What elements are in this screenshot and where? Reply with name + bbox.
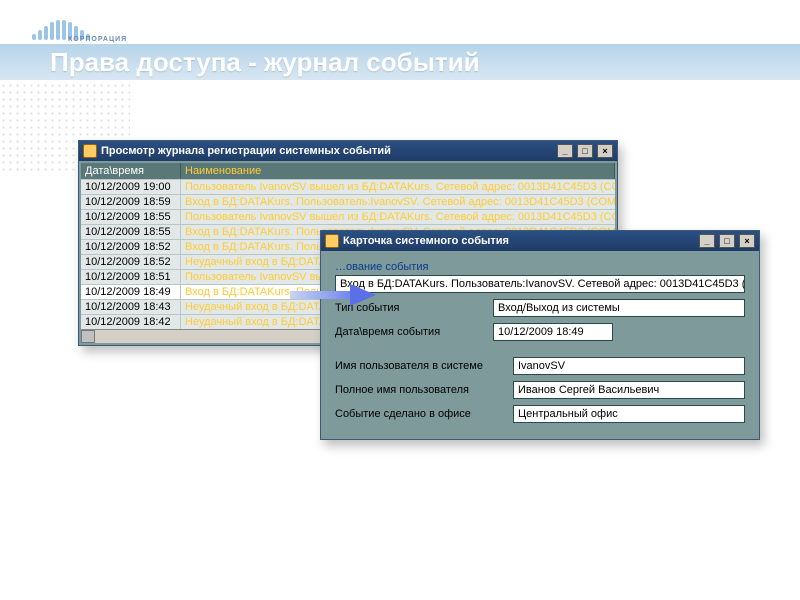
fullname-label: Полное имя пользователя xyxy=(335,384,505,396)
cell-date: 10/12/2009 18:55 xyxy=(81,225,181,239)
cell-name: Пользователь IvanovSV вышел из БД:DATAKu… xyxy=(181,180,615,194)
minimize-button[interactable]: _ xyxy=(699,234,715,248)
cell-date: 10/12/2009 18:42 xyxy=(81,315,181,329)
cell-date: 10/12/2009 18:59 xyxy=(81,195,181,209)
page-header: КОРПОРАЦИЯ Галактика Права доступа - жур… xyxy=(0,0,800,90)
close-button[interactable]: × xyxy=(739,234,755,248)
cell-date: 10/12/2009 18:52 xyxy=(81,240,181,254)
brand-small: КОРПОРАЦИЯ xyxy=(68,36,127,43)
scroll-left-icon[interactable] xyxy=(81,330,95,343)
section-label: …ование события xyxy=(335,261,745,273)
type-value[interactable]: Вход/Выход из системы xyxy=(493,299,745,317)
card-titlebar[interactable]: Карточка системного события _ □ × xyxy=(321,231,759,251)
col-header-date[interactable]: Дата\время xyxy=(81,163,181,179)
pointer-arrow-icon xyxy=(290,286,380,304)
cell-date: 10/12/2009 18:52 xyxy=(81,255,181,269)
cell-date: 10/12/2009 19:00 xyxy=(81,180,181,194)
cell-date: 10/12/2009 18:49 xyxy=(81,285,181,299)
datetime-value[interactable]: 10/12/2009 18:49 xyxy=(493,323,613,341)
page-title: Права доступа - журнал событий xyxy=(50,44,480,80)
card-title-text: Карточка системного события xyxy=(343,235,509,247)
office-value[interactable]: Центральный офис xyxy=(513,405,745,423)
maximize-button[interactable]: □ xyxy=(719,234,735,248)
table-row[interactable]: 10/12/2009 18:59Вход в БД:DATAKurs. Поль… xyxy=(81,194,615,209)
col-header-name[interactable]: Наименование xyxy=(181,163,615,179)
app-icon xyxy=(325,234,339,248)
journal-title-text: Просмотр журнала регистрации системных с… xyxy=(101,145,391,157)
close-button[interactable]: × xyxy=(597,144,613,158)
datetime-label: Дата\время события xyxy=(335,326,485,338)
sysuser-label: Имя пользователя в системе xyxy=(335,360,505,372)
maximize-button[interactable]: □ xyxy=(577,144,593,158)
table-row[interactable]: 10/12/2009 18:55Пользователь IvanovSV вы… xyxy=(81,209,615,224)
journal-titlebar[interactable]: Просмотр журнала регистрации системных с… xyxy=(79,141,617,161)
cell-date: 10/12/2009 18:55 xyxy=(81,210,181,224)
cell-date: 10/12/2009 18:51 xyxy=(81,270,181,284)
minimize-button[interactable]: _ xyxy=(557,144,573,158)
card-body: …ование события Вход в БД:DATAKurs. Поль… xyxy=(321,251,759,439)
journal-grid-header: Дата\время Наименование xyxy=(81,163,615,179)
event-text-field[interactable]: Вход в БД:DATAKurs. Пользователь:IvanovS… xyxy=(335,275,745,293)
fullname-value[interactable]: Иванов Сергей Васильевич xyxy=(513,381,745,399)
cell-date: 10/12/2009 18:43 xyxy=(81,300,181,314)
table-row[interactable]: 10/12/2009 19:00Пользователь IvanovSV вы… xyxy=(81,179,615,194)
card-window: Карточка системного события _ □ × …овани… xyxy=(320,230,760,440)
office-label: Событие сделано в офисе xyxy=(335,408,505,420)
app-icon xyxy=(83,144,97,158)
cell-name: Пользователь IvanovSV вышел из БД:DATAKu… xyxy=(181,210,615,224)
cell-name: Вход в БД:DATAKurs. Пользователь:IvanovS… xyxy=(181,195,615,209)
sysuser-value[interactable]: IvanovSV xyxy=(513,357,745,375)
